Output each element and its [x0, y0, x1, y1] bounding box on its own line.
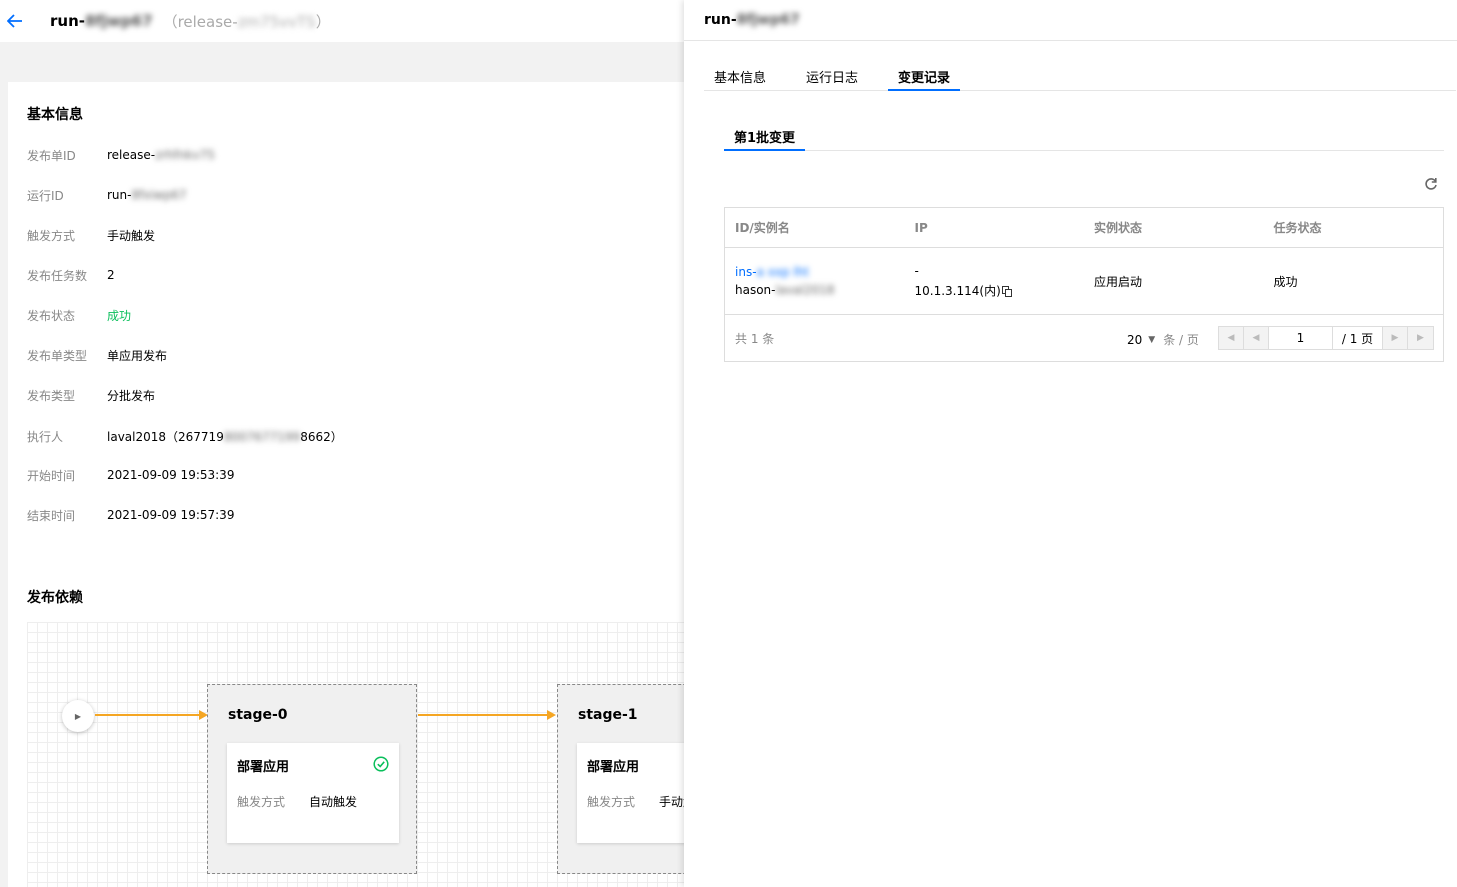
release-detail-page: run-8fjwp67 （release-zm75vvTS） 基本信息 发布单I…: [0, 0, 684, 887]
public-ip: -: [914, 263, 919, 278]
info-value: 2021-09-09 19:57:39: [107, 508, 235, 522]
back-arrow-icon[interactable]: [0, 4, 30, 38]
pagination: ◀​ ◀ 1 / 1 页 ▶ ▶​: [1218, 326, 1434, 350]
stage-node-0[interactable]: stage-0 部署应用 触发方式 自动触发: [207, 684, 417, 874]
task-title: 部署应用: [237, 760, 290, 775]
last-page-icon[interactable]: ▶​: [1408, 327, 1433, 349]
info-value: 手动触发: [107, 228, 156, 243]
cell-ip: - 10.1.3.114(内): [905, 264, 1085, 299]
dependency-title: 发布依赖: [27, 590, 83, 606]
info-label: 触发方式: [27, 228, 76, 243]
info-value: release-zrhfnkv75: [107, 148, 215, 162]
column-header: ID/实例名: [735, 221, 790, 235]
refresh-icon[interactable]: [1422, 175, 1440, 193]
instance-id-link[interactable]: ins-a xxp lht: [735, 265, 905, 279]
info-value: 单应用发布: [107, 348, 168, 363]
info-row-task-count: 发布任务数 2: [27, 265, 115, 285]
info-label: 结束时间: [27, 508, 76, 523]
private-ip: 10.1.3.114(内): [915, 282, 1085, 299]
table-header: ID/实例名 IP 实例状态 任务状态: [725, 208, 1443, 248]
info-value: 2: [107, 268, 115, 282]
total-count: 共 1 条: [735, 331, 775, 346]
info-row-executor: 执行人 laval2018（26771980076771998662）: [27, 426, 343, 446]
dependency-graph[interactable]: ▶ stage-0 部署应用 触发方式 自动触发 stage-1 部署应用 触发…: [27, 622, 684, 887]
instance-table: ID/实例名 IP 实例状态 任务状态 ins-a xxp lht hason-…: [724, 207, 1444, 362]
info-label: 发布单ID: [27, 148, 76, 163]
stage-task-card[interactable]: 部署应用 触发方式 手动触发: [577, 743, 684, 843]
tab-basic-info[interactable]: 基本信息: [704, 60, 776, 91]
check-circle-icon: [373, 756, 389, 772]
tab-change-record[interactable]: 变更记录: [888, 60, 961, 91]
info-value: laval2018（26771980076771998662）: [107, 429, 343, 444]
page-header: run-8fjwp67 （release-zm75vvTS）: [0, 0, 684, 42]
column-header: 任务状态: [1273, 221, 1322, 235]
info-label: 发布单类型: [27, 348, 88, 363]
stage-node-1[interactable]: stage-1 部署应用 触发方式 手动触发: [557, 684, 684, 874]
basic-info-card: 基本信息 发布单ID release-zrhfnkv75 运行ID run-8f…: [8, 82, 684, 887]
total-pages: / 1 页: [1333, 327, 1383, 349]
drawer-tabs: 基本信息 运行日志 变更记录: [704, 60, 1456, 91]
instance-name: hason-laval2018: [735, 283, 835, 297]
info-row-status: 发布状态 成功: [27, 305, 131, 325]
tab-batch-1[interactable]: 第1批变更: [724, 120, 806, 151]
stage-title: stage-1: [578, 707, 638, 723]
status-value: 成功: [107, 308, 132, 323]
info-row-run-id: 运行ID run-8fxiwp67: [27, 185, 186, 205]
task-title: 部署应用: [587, 760, 640, 775]
chevron-down-icon: ▼: [1148, 334, 1156, 345]
batch-tabs: 第1批变更: [724, 120, 1444, 151]
info-label: 开始时间: [27, 468, 76, 483]
info-row-end-time: 结束时间 2021-09-09 19:57:39: [27, 505, 234, 525]
basic-info-title: 基本信息: [27, 107, 83, 123]
info-row-start-time: 开始时间 2021-09-09 19:53:39: [27, 465, 234, 485]
stage-title: stage-0: [228, 707, 288, 723]
stage-task-card[interactable]: 部署应用 触发方式 自动触发: [227, 743, 399, 843]
page-title: run-8fjwp67: [50, 12, 153, 30]
column-header: IP: [914, 220, 928, 235]
column-header: 实例状态: [1094, 221, 1143, 235]
tab-run-log[interactable]: 运行日志: [796, 60, 868, 91]
next-page-icon[interactable]: ▶: [1383, 327, 1408, 349]
table-row: ins-a xxp lht hason-laval2018 - 10.1.3.1…: [725, 248, 1443, 315]
first-page-icon[interactable]: ◀​: [1219, 327, 1244, 349]
info-label: 发布状态: [27, 308, 76, 323]
cell-id-name: ins-a xxp lht hason-laval2018: [725, 265, 905, 297]
info-label: 发布类型: [27, 388, 76, 403]
page-size-select[interactable]: 20 ▼ 条 / 页: [1127, 331, 1199, 348]
info-label: 执行人: [27, 429, 64, 444]
edge-start-stage0: [95, 714, 200, 716]
info-row-trigger: 触发方式 手动触发: [27, 225, 155, 245]
play-icon[interactable]: ▶: [62, 700, 94, 732]
info-label: 发布任务数: [27, 268, 88, 283]
table-footer: 共 1 条 20 ▼ 条 / 页 ◀​ ◀ 1 / 1 页 ▶ ▶​: [725, 315, 1443, 361]
arrow-head-icon: [547, 710, 556, 720]
cell-instance-status: 应用启动: [1094, 274, 1143, 289]
run-detail-drawer: run-8fjwp67 基本信息 运行日志 变更记录 第1批变更 ID/实例名 …: [684, 0, 1457, 887]
info-row-release-type: 发布单类型 单应用发布: [27, 345, 167, 365]
info-value: 分批发布: [107, 388, 156, 403]
info-value: 2021-09-09 19:53:39: [107, 468, 235, 482]
page-number-input[interactable]: 1: [1269, 327, 1333, 349]
drawer-header: run-8fjwp67: [684, 0, 1457, 41]
info-row-release-id: 发布单ID release-zrhfnkv75: [27, 145, 215, 165]
run-id-redacted: 8fjwp67: [84, 12, 153, 30]
page-subtitle: （release-zm75vvTS）: [162, 12, 331, 31]
cell-task-status: 成功: [1273, 274, 1298, 289]
drawer-title: run-8fjwp67: [704, 12, 800, 28]
info-label: 运行ID: [27, 188, 64, 203]
edge-stage0-stage1: [418, 714, 548, 716]
prev-page-icon[interactable]: ◀: [1244, 327, 1269, 349]
task-trigger-row: 触发方式 自动触发: [237, 795, 358, 809]
copy-icon[interactable]: [1001, 285, 1012, 297]
task-trigger-row: 触发方式 手动触发: [587, 795, 684, 809]
info-row-publish-type: 发布类型 分批发布: [27, 385, 155, 405]
info-value: run-8fxiwp67: [107, 188, 187, 202]
